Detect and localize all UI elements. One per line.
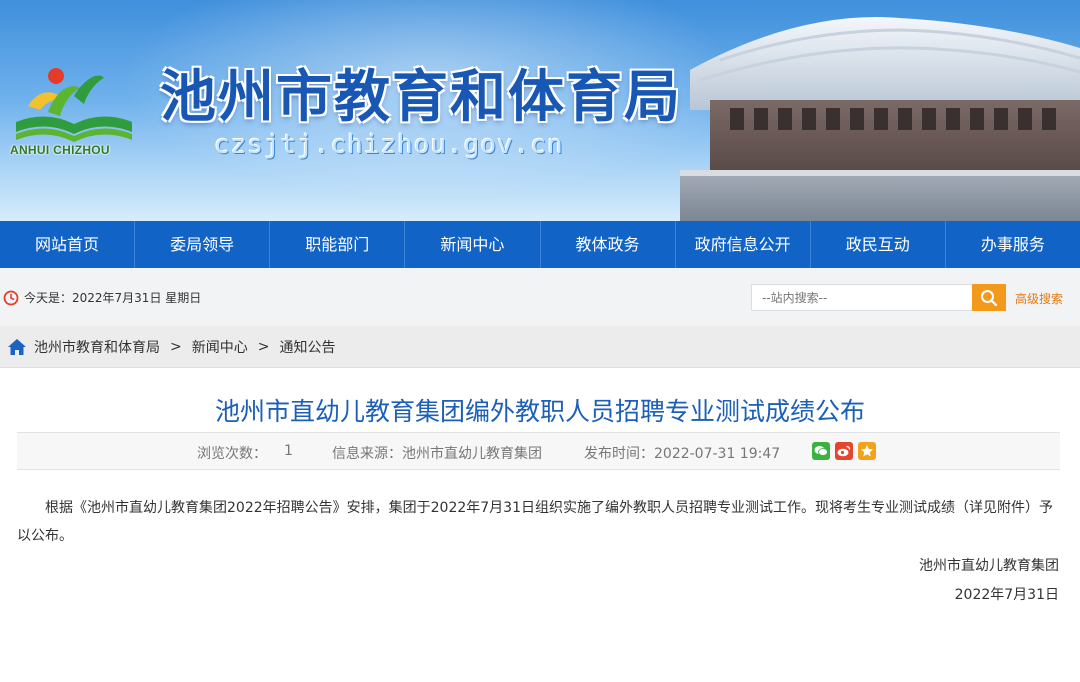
breadcrumb-item-notices[interactable]: 通知公告 — [279, 337, 335, 357]
publish-time: 发布时间：2022-07-31 19:47 — [584, 446, 781, 462]
wechat-icon[interactable] — [812, 442, 830, 460]
signature-date: 2022年7月31日 — [954, 587, 1059, 603]
stadium-image — [680, 17, 1080, 221]
nav-item-news[interactable]: 新闻中心 — [405, 221, 541, 268]
signature-organization: 池州市直幼儿教育集团 — [919, 558, 1059, 574]
today-date: 今天是：2022年7月31日 星期日 — [3, 289, 201, 306]
advanced-search-link[interactable]: 高级搜索 — [1015, 290, 1063, 307]
article-title: 池州市直幼儿教育集团编外教职人员招聘专业测试成绩公布 — [214, 397, 865, 426]
home-icon — [8, 338, 26, 355]
clock-icon — [3, 290, 19, 305]
nav-item-home[interactable]: 网站首页 — [0, 221, 136, 268]
site-domain: czsjtj.chizhou.gov.cn — [214, 130, 564, 160]
breadcrumb-item-bureau[interactable]: 池州市教育和体育局 — [34, 337, 160, 357]
site-banner: ANHUI CHIZHOU 池州市教育和体育局 czsjtj.chizhou.g… — [0, 0, 1080, 221]
breadcrumb-separator: > — [257, 338, 270, 355]
nav-item-leaders[interactable]: 委局领导 — [135, 221, 271, 268]
nav-item-affairs[interactable]: 教体政务 — [541, 221, 676, 268]
breadcrumb: 池州市教育和体育局 > 新闻中心 > 通知公告 — [0, 326, 1080, 368]
main-nav: 网站首页 委局领导 职能部门 新闻中心 教体政务 政府信息公开 政民互动 办事服… — [0, 221, 1080, 268]
views-label: 浏览次数： — [197, 446, 267, 462]
info-bar: 今天是：2022年7月31日 星期日 高级搜索 — [0, 268, 1080, 326]
logo-text: ANHUI CHIZHOU — [10, 143, 110, 157]
qzone-icon[interactable] — [858, 442, 876, 460]
weibo-icon[interactable] — [835, 442, 853, 460]
views-count: 1 — [284, 443, 293, 459]
search-input[interactable] — [751, 284, 973, 311]
article-source: 信息来源：池州市直幼儿教育集团 — [332, 446, 542, 462]
article-meta: 浏览次数： 1 信息来源：池州市直幼儿教育集团 发布时间：2022-07-31 … — [17, 432, 1060, 470]
search-icon — [981, 289, 998, 306]
breadcrumb-separator: > — [170, 338, 182, 355]
nav-item-info-disclosure[interactable]: 政府信息公开 — [676, 221, 811, 268]
share-buttons — [812, 442, 876, 460]
article-body: 根据《池州市直幼儿教育集团2022年招聘公告》安排，集团于2022年7月31日组… — [17, 500, 1053, 544]
today-date-text: 今天是：2022年7月31日 星期日 — [24, 291, 202, 305]
breadcrumb-item-news[interactable]: 新闻中心 — [192, 337, 248, 357]
search-button[interactable] — [972, 284, 1006, 311]
nav-item-departments[interactable]: 职能部门 — [270, 221, 406, 268]
site-title: 池州市教育和体育局 — [160, 65, 682, 130]
nav-item-services[interactable]: 办事服务 — [946, 221, 1080, 268]
nav-item-interaction[interactable]: 政民互动 — [811, 221, 946, 268]
